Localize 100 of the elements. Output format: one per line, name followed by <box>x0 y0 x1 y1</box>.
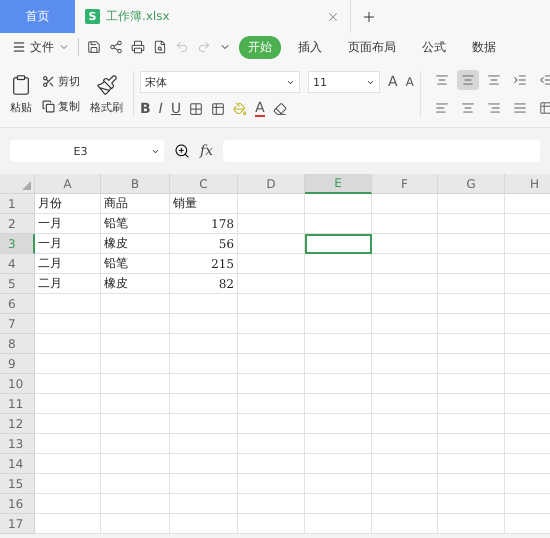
table-icon[interactable] <box>211 102 226 116</box>
table-cell <box>238 194 305 214</box>
table-cell <box>238 354 305 374</box>
column-header[interactable]: A <box>35 174 101 194</box>
ribbon-tab[interactable]: 插入 <box>289 36 331 58</box>
grow-font-button[interactable]: A <box>388 74 398 90</box>
table-cell <box>238 234 305 254</box>
table-cell <box>238 214 305 234</box>
table-cell: 橡皮 <box>101 274 170 294</box>
ribbon-tab[interactable]: 数据 <box>463 36 505 58</box>
format-painter-button[interactable]: 格式刷 <box>90 74 123 114</box>
table-cell <box>305 334 372 354</box>
table-cell <box>372 434 438 454</box>
ribbon-tab[interactable]: 页面布局 <box>339 36 405 58</box>
table-cell <box>438 354 505 374</box>
share-icon[interactable] <box>109 40 123 54</box>
table-cell <box>35 294 101 314</box>
table-cell <box>305 314 372 334</box>
table-cell <box>372 374 438 394</box>
zoom-icon[interactable] <box>174 143 190 159</box>
table-cell <box>238 294 305 314</box>
table-cell <box>438 394 505 414</box>
file-menu[interactable]: 文件 <box>12 38 70 56</box>
column-header[interactable]: D <box>238 174 305 194</box>
table-cell <box>101 454 170 474</box>
row-header[interactable]: 9 <box>0 354 35 374</box>
column-header[interactable]: C <box>170 174 238 194</box>
table-cell <box>372 414 438 434</box>
row-header[interactable]: 4 <box>0 254 35 274</box>
table-cell: 铅笔 <box>101 214 170 234</box>
save-icon[interactable] <box>87 40 101 54</box>
table-cell: 82 <box>170 274 238 294</box>
table-cell: 商品 <box>101 194 170 214</box>
ribbon-tab[interactable]: 公式 <box>413 36 455 58</box>
border-grid-icon[interactable] <box>189 102 204 116</box>
italic-button[interactable]: I <box>158 101 163 117</box>
table-cell: 铅笔 <box>101 254 170 274</box>
column-header[interactable]: B <box>101 174 170 194</box>
column-header[interactable]: E <box>305 174 372 194</box>
row-header[interactable]: 17 <box>0 514 35 534</box>
table-cell <box>170 474 238 494</box>
row-header[interactable]: 2 <box>0 214 35 234</box>
row-header[interactable]: 15 <box>0 474 35 494</box>
name-box[interactable]: E3 <box>10 140 164 162</box>
column-header[interactable]: F <box>372 174 438 194</box>
table-cell <box>238 414 305 434</box>
row-header[interactable]: 5 <box>0 274 35 294</box>
row-header[interactable]: 10 <box>0 374 35 394</box>
print-preview-icon[interactable] <box>153 40 167 54</box>
function-button[interactable]: fx <box>200 143 214 159</box>
table-cell <box>372 274 438 294</box>
table-cell <box>305 514 372 534</box>
table-cell <box>238 334 305 354</box>
column-header[interactable]: H <box>505 174 550 194</box>
table-cell <box>305 214 372 234</box>
copy-button[interactable]: 复制 <box>42 99 80 114</box>
table-cell <box>438 194 505 214</box>
font-name-select[interactable]: 宋体 <box>140 71 300 93</box>
table-cell <box>170 374 238 394</box>
table-cell <box>372 514 438 534</box>
font-size-select[interactable]: 11 <box>308 71 380 93</box>
print-icon[interactable] <box>131 40 145 54</box>
column-header[interactable]: G <box>438 174 505 194</box>
paint-bucket-icon[interactable] <box>233 102 248 116</box>
row-header[interactable]: 7 <box>0 314 35 334</box>
font-color-button[interactable]: A <box>255 101 265 117</box>
table-cell <box>372 354 438 374</box>
eraser-icon[interactable] <box>272 102 287 116</box>
row-header[interactable]: 1 <box>0 194 35 214</box>
table-cell <box>305 354 372 374</box>
table-cell <box>438 234 505 254</box>
align-middle-icon[interactable] <box>456 70 479 90</box>
ribbon-tab[interactable]: 开始 <box>239 36 281 58</box>
table-cell <box>438 474 505 494</box>
row-header[interactable]: 8 <box>0 334 35 354</box>
row-header[interactable]: 16 <box>0 494 35 514</box>
row-header[interactable]: 12 <box>0 414 35 434</box>
row-header[interactable]: 11 <box>0 394 35 414</box>
table-cell <box>170 294 238 314</box>
table-cell <box>101 374 170 394</box>
triangle-icon <box>22 181 31 190</box>
shrink-font-button[interactable]: A <box>406 75 414 89</box>
table-cell <box>238 474 305 494</box>
copy-icon <box>42 100 55 113</box>
cut-button[interactable]: 剪切 <box>42 74 80 89</box>
table-cell <box>438 314 505 334</box>
paste-button[interactable]: 粘贴 <box>10 74 32 114</box>
document-tab[interactable]: S 工作簿.xlsx <box>75 0 350 33</box>
row-header[interactable]: 13 <box>0 434 35 454</box>
home-tab[interactable]: 首页 <box>0 0 75 33</box>
bold-button[interactable]: B <box>140 101 151 117</box>
row-header[interactable]: 3 <box>0 234 35 254</box>
table-cell <box>438 494 505 514</box>
table-cell <box>101 494 170 514</box>
table-cell <box>170 414 238 434</box>
table-cell <box>101 414 170 434</box>
row-header[interactable]: 14 <box>0 454 35 474</box>
row-header[interactable]: 6 <box>0 294 35 314</box>
table-cell <box>372 294 438 314</box>
underline-button[interactable]: U <box>170 101 182 117</box>
